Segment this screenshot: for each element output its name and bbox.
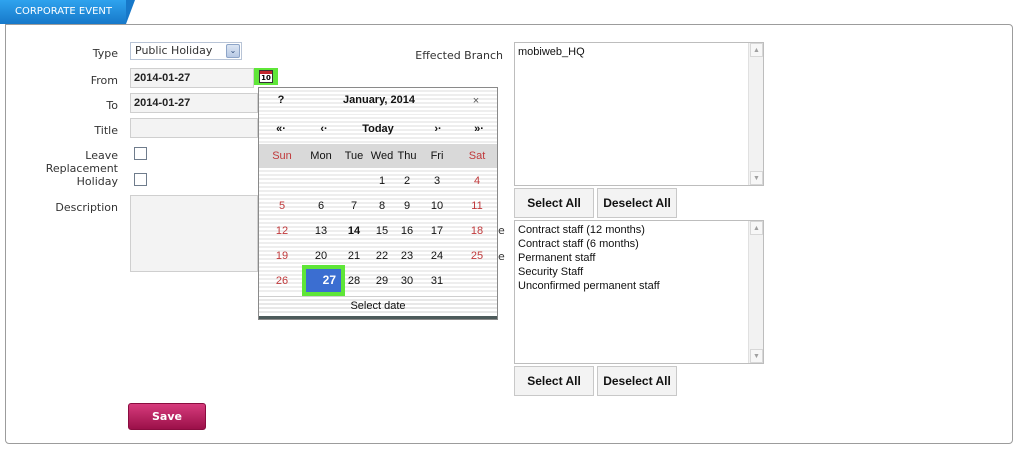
tab-corporate-event[interactable]: CORPORATE EVENT [0, 0, 126, 24]
hidden-label-fragment: e [498, 224, 505, 237]
save-button[interactable]: Save [128, 403, 206, 430]
prev-month-button[interactable]: ‹· [312, 123, 336, 135]
chevron-down-icon[interactable]: ⌄ [226, 44, 240, 58]
calendar-help-button[interactable]: ? [269, 94, 293, 106]
tab-notch [126, 0, 135, 24]
to-date-field[interactable]: 2014-01-27 [130, 93, 258, 113]
next-year-button[interactable]: »· [467, 123, 491, 135]
weekday-header: Sun [272, 150, 292, 162]
close-icon[interactable]: × [464, 95, 488, 107]
title-field[interactable] [130, 118, 258, 138]
calendar-day[interactable]: 24 [420, 244, 454, 269]
calendar-day[interactable]: 25 [460, 244, 494, 269]
calendar-day[interactable]: 4 [460, 169, 494, 194]
calendar-day[interactable]: 30 [390, 269, 424, 294]
list-item[interactable]: Security Staff [515, 265, 763, 279]
calendar-day[interactable]: 17 [420, 219, 454, 244]
staff-listbox[interactable]: Contract staff (12 months) Contract staff… [514, 220, 764, 364]
next-month-button[interactable]: ›· [426, 123, 450, 135]
today-button[interactable]: Today [353, 123, 403, 135]
scroll-down-icon[interactable]: ▼ [750, 349, 763, 363]
calendar-bottom-border [259, 316, 497, 319]
staff-scrollbar[interactable]: ▲ ▼ [748, 221, 763, 363]
calendar-day[interactable]: 31 [420, 269, 454, 294]
calendar-day[interactable]: 2 [390, 169, 424, 194]
calendar-day[interactable]: 16 [390, 219, 424, 244]
calendar-weekday-row: Sun Mon Tue Wed Thu Fri Sat [259, 144, 497, 168]
hidden-label-fragment: e [498, 250, 505, 263]
scroll-up-icon[interactable]: ▲ [750, 221, 763, 235]
title-label: Title [94, 124, 118, 137]
selected-day[interactable]: 27 [306, 269, 341, 292]
weekday-header: Mon [310, 150, 332, 162]
description-textarea[interactable] [130, 195, 258, 272]
calendar-button[interactable]: 10 [254, 68, 278, 85]
calendar-day[interactable]: 6 [304, 194, 338, 219]
calendar-nav: «· ‹· Today ›· »· [259, 115, 497, 144]
calendar-day-grid: 1 2 3 4 5 6 7 8 9 10 11 12 13 14 15 16 17 18 19 20 21 22 23 24 2… [259, 168, 497, 294]
calendar-day[interactable]: 13 [304, 219, 338, 244]
calendar-footer: Select date [259, 296, 497, 314]
calendar-header: ? January, 2014 × [259, 88, 497, 115]
scroll-down-icon[interactable]: ▼ [750, 171, 763, 185]
list-item[interactable]: Contract staff (6 months) [515, 237, 763, 251]
calendar-day[interactable]: 9 [390, 194, 424, 219]
calendar-day[interactable]: 5 [265, 194, 299, 219]
calendar-day[interactable]: 23 [390, 244, 424, 269]
calendar-day[interactable]: 11 [460, 194, 494, 219]
weekday-header: Thu [397, 150, 417, 162]
leave-replacement-label: Leave Replacement [45, 149, 118, 175]
scroll-up-icon[interactable]: ▲ [750, 43, 763, 57]
staff-deselect-all-button[interactable]: Deselect All [597, 366, 677, 396]
staff-select-all-button[interactable]: Select All [514, 366, 594, 396]
list-item[interactable]: Unconfirmed permanent staff [515, 279, 763, 293]
branch-listbox[interactable]: mobiweb_HQ ▲ ▼ [514, 42, 764, 186]
list-item[interactable]: Permanent staff [515, 251, 763, 265]
weekday-header: Sat [468, 150, 486, 162]
calendar-day[interactable]: 26 [265, 269, 299, 294]
description-label: Description [55, 201, 118, 214]
calendar-popup: ? January, 2014 × «· ‹· Today ›· »· Sun M… [258, 87, 498, 320]
calendar-month-title: January, 2014 [343, 94, 415, 106]
selected-day-highlight[interactable]: 27 [302, 265, 345, 296]
calendar-day[interactable]: 10 [420, 194, 454, 219]
tab-label: CORPORATE EVENT [15, 6, 112, 17]
holiday-checkbox[interactable] [134, 173, 147, 186]
type-select[interactable]: Public Holiday ⌄ [130, 42, 242, 60]
from-label: From [90, 74, 118, 87]
prev-year-button[interactable]: «· [269, 123, 293, 135]
to-label: To [106, 99, 118, 112]
type-select-value: Public Holiday [135, 44, 213, 57]
calendar-day[interactable]: 19 [265, 244, 299, 269]
calendar-day[interactable]: 3 [420, 169, 454, 194]
effected-branch-label: Effected Branch [415, 49, 503, 62]
weekday-header: Fri [430, 150, 444, 162]
type-label: Type [92, 47, 118, 60]
branch-deselect-all-button[interactable]: Deselect All [597, 188, 677, 218]
branch-select-all-button[interactable]: Select All [514, 188, 594, 218]
calendar-icon: 10 [259, 70, 273, 83]
branch-scrollbar[interactable]: ▲ ▼ [748, 43, 763, 185]
holiday-label: Holiday [76, 175, 118, 188]
leave-replacement-checkbox[interactable] [134, 147, 147, 160]
calendar-day[interactable]: 12 [265, 219, 299, 244]
list-item[interactable]: Contract staff (12 months) [515, 223, 763, 237]
list-item[interactable]: mobiweb_HQ [515, 45, 763, 59]
from-date-field[interactable]: 2014-01-27 [130, 68, 254, 88]
calendar-day[interactable]: 18 [460, 219, 494, 244]
